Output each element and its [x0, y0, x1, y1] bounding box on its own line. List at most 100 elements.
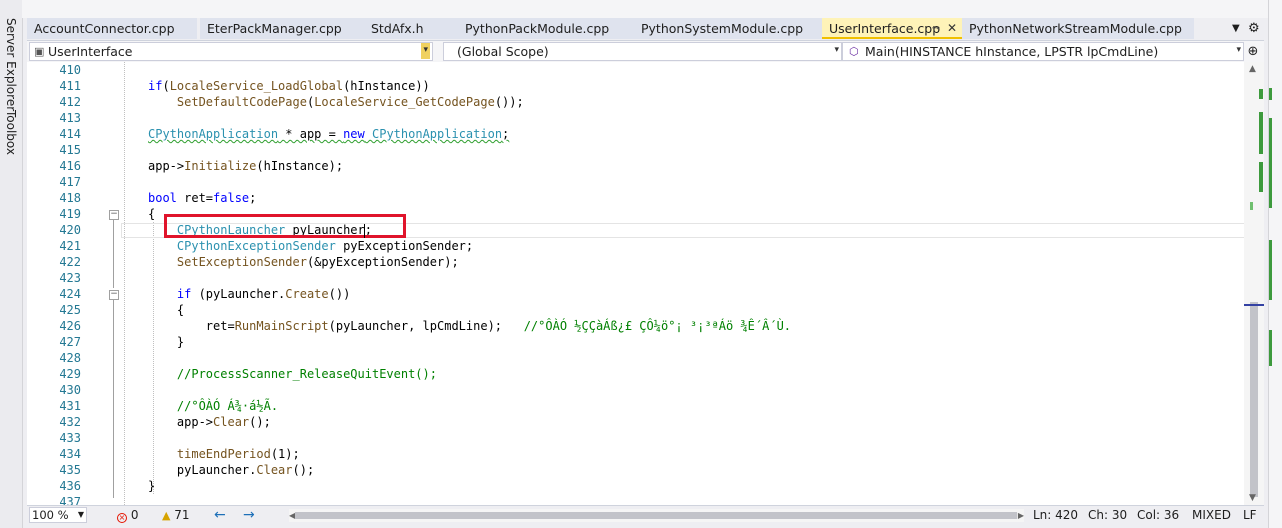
code-line: CPythonExceptionSender pyExceptionSender… [176, 239, 474, 253]
line-number: 434 [59, 447, 81, 461]
line-number: 436 [59, 479, 81, 493]
split-window-button[interactable]: ⊕ [1245, 43, 1261, 60]
zoom-dropdown[interactable]: 100 % ▼ [29, 507, 87, 523]
change-marker [1269, 118, 1272, 208]
change-marker [1250, 202, 1253, 210]
line-number: 419 [59, 207, 81, 221]
project-dropdown[interactable]: ▣ UserInterface ▾ [29, 42, 433, 61]
code-line: { [148, 303, 185, 317]
navigate-forward-icon[interactable]: → [243, 506, 255, 524]
tab-stdafx[interactable]: StdAfx.h [364, 18, 459, 39]
line-number: 431 [59, 399, 81, 413]
member-dropdown[interactable]: ⬡ Main(HINSTANCE hInstance, LPSTR lpCmdL… [842, 42, 1244, 61]
gear-icon[interactable]: ⚙ [1248, 18, 1260, 39]
error-indicator[interactable]: × 0 [117, 506, 138, 524]
tab-pythonpackmodule[interactable]: PythonPackModule.cpp [458, 18, 634, 39]
close-icon[interactable]: ✕ [947, 18, 957, 39]
editor-status-bar: 100 % ▼ × 0 ▲ 71 ← → ◀ ▶ Ln: 420 Ch: 30 … [27, 505, 1264, 525]
code-line: app->Clear(); [148, 415, 271, 429]
scroll-up-icon[interactable]: ▲ [1249, 64, 1256, 74]
line-number: 414 [59, 127, 81, 141]
chevron-down-icon: ▾ [1236, 45, 1241, 55]
scroll-down-icon[interactable]: ▼ [1249, 493, 1256, 503]
tab-accountconnector[interactable]: AccountConnector.cpp [27, 18, 197, 39]
change-marker [1269, 330, 1272, 366]
tab-pythonsystemmodule[interactable]: PythonSystemModule.cpp [634, 18, 824, 39]
line-indicator[interactable]: Ln: 420 [1033, 506, 1078, 524]
highlight-box [164, 214, 406, 238]
menu-strip-remnant [22, 0, 1282, 18]
horizontal-scrollbar[interactable]: ◀ ▶ [289, 509, 1024, 522]
change-marker [1269, 88, 1272, 100]
line-number: 420 [59, 223, 81, 237]
tab-pythonnetworkstreammodule[interactable]: PythonNetworkStreamModule.cpp [962, 18, 1194, 39]
code-line: } [148, 335, 185, 349]
code-line: SetExceptionSender(&pyExceptionSender); [176, 255, 459, 269]
tab-eterpackmanager[interactable]: EterPackManager.cpp [200, 18, 364, 39]
tab-userinterface[interactable]: UserInterface.cpp ⊸ ✕ [822, 18, 962, 39]
line-number: 417 [59, 175, 81, 189]
code-line: bool ret=false; [148, 191, 257, 205]
code-line: timeEndPeriod(1); [176, 447, 300, 461]
tab-list-dropdown-icon[interactable]: ▼ [1232, 18, 1240, 39]
code-line: } [148, 479, 156, 493]
scrollbar-thumb[interactable] [1250, 302, 1258, 497]
line-number: 435 [59, 463, 81, 477]
line-number: 423 [59, 271, 81, 285]
line-number: 416 [59, 159, 81, 173]
document-tab-row: AccountConnector.cpp EterPackManager.cpp… [27, 18, 1264, 39]
line-number: 415 [59, 143, 81, 157]
project-icon: ▣ [34, 45, 45, 58]
navigate-back-icon[interactable]: ← [214, 506, 226, 524]
tab-overflow-controls: ▼ ⚙ [1228, 18, 1264, 39]
project-dropdown-value: UserInterface [48, 44, 133, 59]
line-number: 425 [59, 303, 81, 317]
line-number: 421 [59, 239, 81, 253]
chevron-down-icon: ▾ [421, 43, 430, 59]
line-number: 430 [59, 383, 81, 397]
change-marker [1259, 89, 1263, 99]
change-marker [1269, 240, 1272, 300]
warning-count: 71 [174, 508, 190, 522]
char-indicator[interactable]: Ch: 30 [1088, 506, 1127, 524]
code-line: SetDefaultCodePage(LocaleService_GetCode… [176, 95, 524, 109]
warning-indicator[interactable]: ▲ 71 [162, 506, 190, 525]
line-number: 426 [59, 319, 81, 333]
line-number: 428 [59, 351, 81, 365]
code-line: pyLauncher.Clear(); [148, 463, 315, 477]
column-indicator[interactable]: Col: 36 [1137, 506, 1179, 524]
zoom-value: 100 % [32, 508, 69, 522]
line-ending-indicator[interactable]: LF [1243, 506, 1257, 524]
line-number: 411 [59, 79, 81, 93]
server-explorer-tab[interactable]: Server Explorer [4, 18, 18, 111]
left-dock: Server Explorer Toolbox [0, 0, 23, 528]
code-line: if(LocaleService_LoadGlobal(hInstance)) [148, 79, 430, 93]
line-number: 413 [59, 111, 81, 125]
code-line: CPythonApplication * app = new CPythonAp… [148, 127, 510, 141]
warning-icon: ▲ [162, 509, 171, 522]
code-line: app->Initialize(hInstance); [148, 159, 344, 173]
line-number: 412 [59, 95, 81, 109]
line-number: 424 [59, 287, 81, 301]
toolbox-tab[interactable]: Toolbox [4, 110, 18, 155]
member-dropdown-value: Main(HINSTANCE hInstance, LPSTR lpCmdLin… [865, 44, 1159, 59]
chevron-down-icon: ▾ [834, 45, 839, 55]
line-number: 422 [59, 255, 81, 269]
pin-icon[interactable]: ⊸ [932, 18, 940, 39]
code-line: { [148, 207, 156, 221]
line-number: 437 [59, 495, 81, 505]
navigation-bar: ▣ UserInterface ▾ (Global Scope) ▾ ⬡ Mai… [27, 40, 1264, 63]
horizontal-scrollbar-thumb[interactable] [295, 512, 1017, 519]
scope-dropdown[interactable]: (Global Scope) ▾ [443, 42, 842, 61]
indentation-indicator[interactable]: MIXED [1192, 506, 1231, 524]
caret-position-marker [1244, 304, 1264, 306]
line-number: 418 [59, 191, 81, 205]
change-marker [1259, 112, 1263, 154]
line-number: 432 [59, 415, 81, 429]
vertical-scrollbar[interactable]: ▲ ▼ [1244, 62, 1264, 505]
code-editor[interactable]: − − 410 411 if(LocaleService_LoadGlobal(h… [27, 62, 1264, 505]
text-caret [364, 224, 365, 238]
error-icon: × [117, 513, 127, 523]
method-icon: ⬡ [849, 45, 859, 58]
scroll-right-icon[interactable]: ▶ [1018, 507, 1024, 525]
